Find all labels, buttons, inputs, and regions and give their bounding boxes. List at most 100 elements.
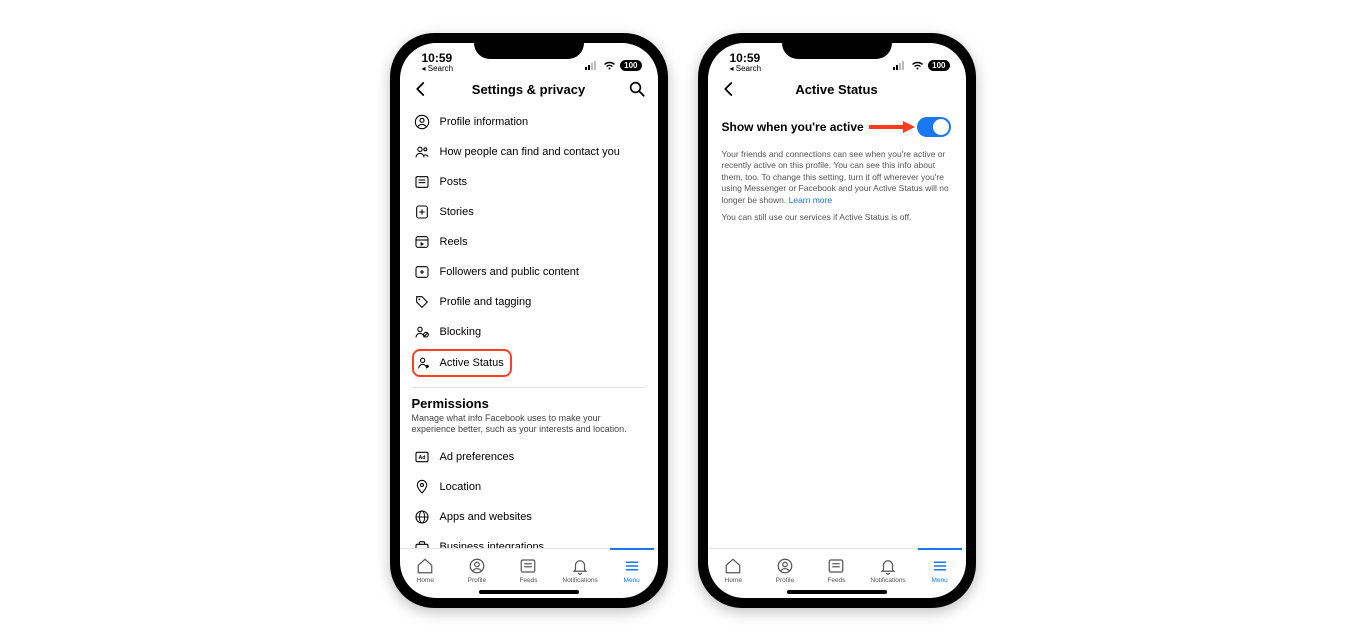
setting-description: Your friends and connections can see whe… xyxy=(722,149,952,206)
row-label: Blocking xyxy=(440,326,482,338)
status-right: 100 xyxy=(585,60,641,73)
row-stories[interactable]: Stories xyxy=(412,197,646,227)
followers-icon xyxy=(414,264,430,280)
posts-icon xyxy=(414,174,430,190)
svg-text:Ad: Ad xyxy=(418,455,425,461)
search-icon[interactable] xyxy=(628,80,646,98)
back-chevron-icon[interactable] xyxy=(720,80,738,98)
tab-profile[interactable]: Profile xyxy=(763,557,807,584)
active-tab-indicator xyxy=(918,548,962,550)
status-left: 10:59 ◂ Search xyxy=(422,52,454,73)
tab-profile[interactable]: Profile xyxy=(455,557,499,584)
nav-header: Active Status xyxy=(708,73,966,107)
row-posts[interactable]: Posts xyxy=(412,167,646,197)
signal-icon xyxy=(585,61,599,70)
active-status-icon xyxy=(416,355,432,371)
row-location[interactable]: Location xyxy=(412,472,646,502)
permissions-title: Permissions xyxy=(412,396,646,411)
row-active-status-highlighted[interactable]: Active Status xyxy=(412,349,512,377)
page-title: Active Status xyxy=(708,82,966,97)
profile-icon xyxy=(468,557,486,575)
tab-label: Profile xyxy=(776,577,794,584)
tab-label: Home xyxy=(725,577,742,584)
screen-right: 10:59 ◂ Search 100 Active Status Show wh… xyxy=(708,43,966,598)
battery-icon: 100 xyxy=(928,60,949,71)
setting-label: Show when you're active xyxy=(722,120,864,134)
row-reels[interactable]: Reels xyxy=(412,227,646,257)
tab-label: Feeds xyxy=(519,577,537,584)
wifi-icon xyxy=(603,61,616,70)
description-text: Your friends and connections can see whe… xyxy=(722,149,949,205)
feeds-icon xyxy=(519,557,537,575)
row-label: Active Status xyxy=(440,357,504,369)
status-time: 10:59 xyxy=(422,52,454,64)
status-time: 10:59 xyxy=(730,52,762,64)
tab-feeds[interactable]: Feeds xyxy=(814,557,858,584)
row-label: Stories xyxy=(440,206,474,218)
row-followers[interactable]: Followers and public content xyxy=(412,257,646,287)
status-bar: 10:59 ◂ Search 100 xyxy=(400,43,658,73)
status-left: 10:59 ◂ Search xyxy=(730,52,762,73)
reels-icon xyxy=(414,234,430,250)
row-label: Posts xyxy=(440,176,468,188)
tab-feeds[interactable]: Feeds xyxy=(506,557,550,584)
tab-label: Notifications xyxy=(562,577,597,584)
location-icon xyxy=(414,479,430,495)
row-label: How people can find and contact you xyxy=(440,146,620,158)
tab-label: Menu xyxy=(932,577,948,584)
phone-left: 10:59 ◂ Search 100 Settings & privacy Pr… xyxy=(390,33,668,608)
phone-right: 10:59 ◂ Search 100 Active Status Show wh… xyxy=(698,33,976,608)
row-blocking[interactable]: Blocking xyxy=(412,317,646,347)
setting-row-show-active: Show when you're active xyxy=(720,107,954,145)
signal-icon xyxy=(893,61,907,70)
tab-home[interactable]: Home xyxy=(403,557,447,584)
active-status-content: Show when you're active Your friends and… xyxy=(708,107,966,548)
row-label: Ad preferences xyxy=(440,451,515,463)
status-back[interactable]: ◂ Search xyxy=(422,65,454,73)
nav-header: Settings & privacy xyxy=(400,73,658,107)
profile-icon xyxy=(776,557,794,575)
row-label: Profile information xyxy=(440,116,529,128)
home-icon xyxy=(724,557,742,575)
row-label: Location xyxy=(440,481,482,493)
row-business[interactable]: Business integrations xyxy=(412,532,646,549)
status-bar: 10:59 ◂ Search 100 xyxy=(708,43,966,73)
active-tab-indicator xyxy=(610,548,654,550)
row-ad-preferences[interactable]: Ad Ad preferences xyxy=(412,442,646,472)
permissions-subtitle: Manage what info Facebook uses to make y… xyxy=(412,413,646,436)
tab-label: Feeds xyxy=(827,577,845,584)
status-back-label: Search xyxy=(428,64,453,73)
tab-menu[interactable]: Menu xyxy=(610,557,654,584)
row-profile-information[interactable]: Profile information xyxy=(412,107,646,137)
row-label: Business integrations xyxy=(440,541,545,549)
tab-notifications[interactable]: Notifications xyxy=(558,557,602,584)
tab-label: Home xyxy=(417,577,434,584)
tag-icon xyxy=(414,294,430,310)
tab-bar: Home Profile Feeds Notifications Menu xyxy=(708,548,966,598)
stories-icon xyxy=(414,204,430,220)
tab-menu[interactable]: Menu xyxy=(918,557,962,584)
divider xyxy=(412,387,646,388)
menu-icon xyxy=(931,557,949,575)
active-status-toggle[interactable] xyxy=(917,117,951,137)
setting-description-2: You can still use our services if Active… xyxy=(722,212,952,222)
status-right: 100 xyxy=(893,60,949,73)
bell-icon xyxy=(571,557,589,575)
row-apps-websites[interactable]: Apps and websites xyxy=(412,502,646,532)
tab-label: Notifications xyxy=(870,577,905,584)
status-back-label: Search xyxy=(736,64,761,73)
tab-bar: Home Profile Feeds Notifications Menu xyxy=(400,548,658,598)
row-label: Profile and tagging xyxy=(440,296,532,308)
tab-home[interactable]: Home xyxy=(711,557,755,584)
tab-notifications[interactable]: Notifications xyxy=(866,557,910,584)
row-find-contact[interactable]: How people can find and contact you xyxy=(412,137,646,167)
row-tagging[interactable]: Profile and tagging xyxy=(412,287,646,317)
wifi-icon xyxy=(911,61,924,70)
briefcase-icon xyxy=(414,539,430,549)
status-back[interactable]: ◂ Search xyxy=(730,65,762,73)
learn-more-link[interactable]: Learn more xyxy=(789,195,832,205)
battery-icon: 100 xyxy=(620,60,641,71)
back-chevron-icon[interactable] xyxy=(412,80,430,98)
block-icon xyxy=(414,324,430,340)
home-indicator xyxy=(479,590,579,594)
